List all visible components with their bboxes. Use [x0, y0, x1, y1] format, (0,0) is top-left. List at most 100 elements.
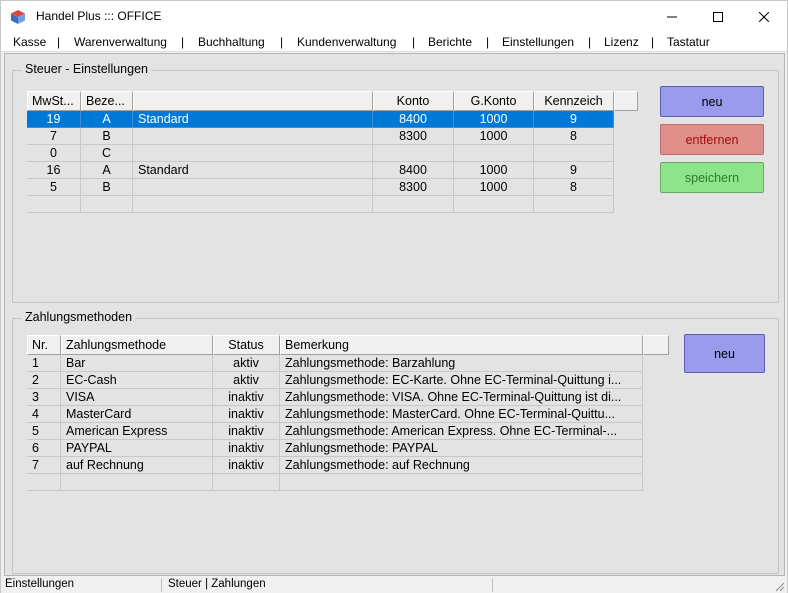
steuer-new-button[interactable]: neu: [660, 86, 764, 117]
maximize-button[interactable]: [695, 1, 741, 32]
cell-bezeichnung: B: [81, 128, 133, 145]
cell-bemerkung: Zahlungsmethode: MasterCard. Ohne EC-Ter…: [280, 406, 643, 423]
table-row[interactable]: 6 PAYPAL inaktiv Zahlungsmethode: PAYPAL: [27, 440, 643, 457]
col-bemerkung[interactable]: Bemerkung: [280, 335, 643, 355]
menu-separator: |: [486, 35, 490, 49]
cell-gkonto: 1000: [454, 128, 534, 145]
table-row[interactable]: 5 B 8300 1000 8: [27, 179, 614, 196]
table-row[interactable]: 7 B 8300 1000 8: [27, 128, 614, 145]
status-panel-left: Einstellungen: [2, 578, 162, 592]
col-nr[interactable]: Nr.: [27, 335, 61, 355]
cell-zahlungsmethode: MasterCard: [61, 406, 213, 423]
table-row[interactable]: 0 C: [27, 145, 614, 162]
steuer-groupbox: Steuer - Einstellungen MwSt... Beze... K…: [12, 62, 779, 303]
status-bar: Einstellungen Steuer | Zahlungen: [1, 577, 787, 593]
cell-mwst: 7: [27, 128, 81, 145]
menu-lizenz[interactable]: Lizenz: [604, 35, 639, 49]
cell-beschreibung: Standard: [133, 111, 373, 128]
col-kennzeichen[interactable]: Kennzeich: [534, 91, 614, 111]
cell-status: inaktiv: [213, 406, 280, 423]
cell-zahlungsmethode: auf Rechnung: [61, 457, 213, 474]
cell-konto: 8400: [373, 162, 454, 179]
table-row[interactable]: 5 American Express inaktiv Zahlungsmetho…: [27, 423, 643, 440]
cell-empty: [454, 196, 534, 213]
cell-bemerkung: Zahlungsmethode: American Express. Ohne …: [280, 423, 643, 440]
menu-tastatur[interactable]: Tastatur: [667, 35, 710, 49]
steuer-save-button[interactable]: speichern: [660, 162, 764, 193]
menu-separator: |: [57, 35, 61, 49]
table-row[interactable]: 4 MasterCard inaktiv Zahlungsmethode: Ma…: [27, 406, 643, 423]
cell-nr: 2: [27, 372, 61, 389]
cell-status: inaktiv: [213, 423, 280, 440]
cell-konto: 8400: [373, 111, 454, 128]
zahlung-groupbox: Zahlungsmethoden Nr. Zahlungsmethode Sta…: [12, 310, 779, 574]
table-row[interactable]: 7 auf Rechnung inaktiv Zahlungsmethode: …: [27, 457, 643, 474]
steuer-remove-button[interactable]: entfernen: [660, 124, 764, 155]
cell-kennzeichen: [534, 145, 614, 162]
cell-bezeichnung: A: [81, 162, 133, 179]
close-icon: [759, 11, 769, 22]
cell-beschreibung: [133, 128, 373, 145]
table-row[interactable]: 19 A Standard 8400 1000 9: [27, 111, 614, 128]
col-gkonto[interactable]: G.Konto: [454, 91, 534, 111]
cell-empty: [373, 196, 454, 213]
title-bar: Handel Plus ::: OFFICE: [1, 1, 787, 32]
cell-status: aktiv: [213, 372, 280, 389]
zahlung-new-button[interactable]: neu: [684, 334, 765, 373]
resize-grip-icon[interactable]: [773, 580, 785, 592]
cell-empty: [61, 474, 213, 491]
menu-warenverwaltung[interactable]: Warenverwaltung: [74, 35, 167, 49]
menu-kundenverwaltung[interactable]: Kundenverwaltung: [297, 35, 396, 49]
zahlung-grid[interactable]: Nr. Zahlungsmethode Status Bemerkung 1 B…: [27, 335, 670, 495]
close-button[interactable]: [741, 1, 787, 32]
cell-empty: [280, 474, 643, 491]
cell-status: inaktiv: [213, 457, 280, 474]
cell-nr: 3: [27, 389, 61, 406]
col-filler: [614, 91, 638, 111]
cell-bemerkung: Zahlungsmethode: VISA. Ohne EC-Terminal-…: [280, 389, 643, 406]
table-row[interactable]: 3 VISA inaktiv Zahlungsmethode: VISA. Oh…: [27, 389, 643, 406]
cell-empty: [213, 474, 280, 491]
cell-bezeichnung: C: [81, 145, 133, 162]
content-area: Steuer - Einstellungen MwSt... Beze... K…: [4, 53, 785, 576]
table-row-empty[interactable]: [27, 474, 643, 491]
menu-separator: |: [181, 35, 185, 49]
cell-bemerkung: Zahlungsmethode: PAYPAL: [280, 440, 643, 457]
table-row-empty[interactable]: [27, 196, 614, 213]
menu-berichte[interactable]: Berichte: [428, 35, 472, 49]
col-status[interactable]: Status: [213, 335, 280, 355]
menu-separator: |: [588, 35, 592, 49]
col-zahlungsmethode[interactable]: Zahlungsmethode: [61, 335, 213, 355]
cell-beschreibung: [133, 145, 373, 162]
cell-kennzeichen: 8: [534, 128, 614, 145]
cell-gkonto: 1000: [454, 162, 534, 179]
cell-zahlungsmethode: VISA: [61, 389, 213, 406]
main-window: Handel Plus ::: OFFICE Kasse | Warenverw…: [0, 0, 788, 593]
cell-konto: [373, 145, 454, 162]
table-row[interactable]: 1 Bar aktiv Zahlungsmethode: Barzahlung: [27, 355, 643, 372]
status-panel-right: Steuer | Zahlungen: [165, 578, 493, 592]
cell-zahlungsmethode: American Express: [61, 423, 213, 440]
cell-nr: 5: [27, 423, 61, 440]
menu-einstellungen[interactable]: Einstellungen: [502, 35, 574, 49]
menu-separator: |: [651, 35, 655, 49]
col-beschreibung[interactable]: [133, 91, 373, 111]
table-row[interactable]: 16 A Standard 8400 1000 9: [27, 162, 614, 179]
app-logo-icon: [11, 10, 25, 24]
cell-gkonto: 1000: [454, 179, 534, 196]
minimize-button[interactable]: [649, 1, 695, 32]
menu-kasse[interactable]: Kasse: [13, 35, 46, 49]
menu-bar: Kasse | Warenverwaltung | Buchhaltung | …: [1, 32, 787, 52]
menu-buchhaltung[interactable]: Buchhaltung: [198, 35, 265, 49]
steuer-grid[interactable]: MwSt... Beze... Konto G.Konto Kennzeich …: [27, 91, 638, 213]
col-bezeichnung[interactable]: Beze...: [81, 91, 133, 111]
cell-zahlungsmethode: PAYPAL: [61, 440, 213, 457]
cell-kennzeichen: 9: [534, 111, 614, 128]
steuer-group-title: Steuer - Einstellungen: [22, 62, 151, 76]
col-mwst[interactable]: MwSt...: [27, 91, 81, 111]
cell-beschreibung: Standard: [133, 162, 373, 179]
table-row[interactable]: 2 EC-Cash aktiv Zahlungsmethode: EC-Kart…: [27, 372, 643, 389]
cell-nr: 6: [27, 440, 61, 457]
menu-separator: |: [280, 35, 284, 49]
col-konto[interactable]: Konto: [373, 91, 454, 111]
